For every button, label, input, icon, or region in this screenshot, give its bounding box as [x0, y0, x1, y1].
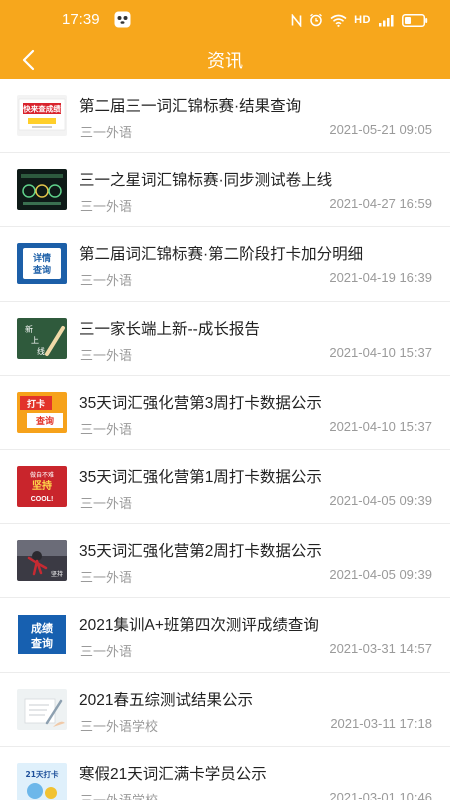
svg-text:快来查成绩: 快来查成绩 — [23, 104, 61, 114]
news-title: 35天词汇强化营第1周打卡数据公示 — [79, 468, 322, 486]
news-source: 三一外语 — [80, 273, 133, 289]
news-date: 2021-04-10 15:37 — [329, 344, 432, 360]
news-date: 2021-04-19 16:39 — [329, 270, 432, 286]
news-title: 三一家长端上新--成长报告 — [79, 320, 260, 338]
svg-text:查询: 查询 — [31, 636, 53, 650]
news-date: 2021-05-21 09:05 — [329, 122, 432, 137]
network-type-label: HD — [354, 14, 371, 26]
news-thumbnail — [17, 169, 67, 211]
news-source: 三一外语 — [80, 644, 133, 660]
news-source: 三一外语学校 — [80, 790, 158, 800]
svg-text:做自不难: 做自不难 — [30, 471, 54, 479]
svg-text:查询: 查询 — [32, 264, 51, 276]
news-date: 2021-03-01 10:46 — [329, 789, 432, 800]
svg-text:打卡: 打卡 — [27, 398, 45, 410]
news-source: 三一外语 — [80, 199, 133, 215]
alarm-icon — [310, 13, 323, 27]
news-list-item[interactable]: 成绩 查询 2021集训A+班第四次测评成绩查询 三一外语 2021-03-31… — [0, 598, 450, 673]
news-title: 35天词汇强化营第2周打卡数据公示 — [79, 543, 322, 561]
news-thumbnail: 快来查成绩 — [17, 95, 67, 136]
news-date: 2021-03-31 14:57 — [329, 641, 432, 657]
news-list-item[interactable]: 打卡 查询 35天词汇强化营第3周打卡数据公示 三一外语 2021-04-10 … — [0, 375, 450, 450]
page-title: 资讯 — [207, 51, 243, 71]
svg-text:COOL!: COOL! — [31, 496, 54, 503]
status-bar: 17:39 HD — [0, 0, 450, 40]
svg-text:线: 线 — [37, 346, 45, 356]
status-time: 17:39 — [62, 11, 100, 28]
news-thumbnail: 21天打卡 — [17, 762, 67, 800]
news-list-item[interactable]: 新 上 线 三一家长端上新--成长报告 三一外语 2021-04-10 15:3… — [0, 301, 450, 376]
status-icons: HD — [291, 11, 428, 29]
news-thumbnail: 详情 查询 — [17, 243, 67, 285]
news-list: 快来查成绩 第二届三一词汇锦标赛·结果查询 三一外语 2021-05-21 09… — [0, 79, 450, 800]
svg-text:详情: 详情 — [33, 252, 51, 264]
news-list-item[interactable]: 21天打卡 寒假21天词汇满卡学员公示 三一外语学校 2021-03-01 10… — [0, 746, 450, 800]
svg-text:查询: 查询 — [35, 415, 54, 427]
news-date: 2021-04-05 09:39 — [329, 567, 432, 583]
news-list-item[interactable]: 坚持 35天词汇强化营第2周打卡数据公示 三一外语 2021-04-05 09:… — [0, 524, 450, 599]
nfc-icon — [291, 13, 302, 27]
news-list-item[interactable]: 做自不难 坚持 COOL! 35天词汇强化营第1周打卡数据公示 三一外语 202… — [0, 449, 450, 525]
wifi-icon — [330, 14, 347, 27]
news-title: 第二届词汇锦标赛·第二阶段打卡加分明细 — [79, 246, 364, 264]
news-thumbnail — [17, 688, 67, 730]
news-thumbnail: 成绩 查询 — [17, 614, 67, 656]
battery-icon — [402, 13, 428, 27]
news-title: 第二届三一词汇锦标赛·结果查询 — [79, 98, 302, 115]
news-list-item[interactable]: 详情 查询 第二届词汇锦标赛·第二阶段打卡加分明细 三一外语 2021-04-1… — [0, 227, 450, 302]
news-title: 2021集训A+班第四次测评成绩查询 — [79, 617, 319, 635]
news-title: 三一之星词汇锦标赛·同步测试卷上线 — [79, 172, 333, 190]
svg-text:成绩: 成绩 — [31, 621, 53, 635]
signal-icon — [379, 14, 394, 26]
news-list-item[interactable]: 2021春五综测试结果公示 三一外语学校 2021-03-11 17:18 — [0, 672, 450, 747]
news-source: 三一外语 — [80, 347, 133, 363]
news-source: 三一外语 — [80, 570, 133, 586]
news-thumbnail: 打卡 查询 — [17, 391, 67, 433]
news-thumbnail: 坚持 — [17, 540, 67, 582]
svg-text:上: 上 — [31, 336, 39, 345]
navigation-bar: 资讯 — [0, 40, 450, 79]
svg-text:坚持: 坚持 — [32, 479, 52, 492]
news-source: 三一外语 — [80, 495, 133, 511]
news-source: 三一外语 — [80, 125, 133, 140]
panda-app-icon — [114, 11, 131, 28]
svg-text:21天打卡: 21天打卡 — [26, 769, 59, 779]
news-source: 三一外语 — [80, 421, 133, 437]
news-thumbnail: 做自不难 坚持 COOL! — [17, 465, 67, 507]
news-list-item[interactable]: 快来查成绩 第二届三一词汇锦标赛·结果查询 三一外语 2021-05-21 09… — [0, 79, 450, 154]
svg-text:新: 新 — [25, 324, 33, 334]
news-title: 2021春五综测试结果公示 — [79, 691, 253, 709]
news-date: 2021-04-05 09:39 — [329, 492, 432, 508]
news-title: 寒假21天词汇满卡学员公示 — [79, 765, 267, 783]
news-list-item[interactable]: 三一之星词汇锦标赛·同步测试卷上线 三一外语 2021-04-27 16:59 — [0, 153, 450, 228]
news-thumbnail: 新 上 线 — [17, 317, 67, 359]
news-title: 35天词汇强化营第3周打卡数据公示 — [79, 394, 322, 412]
app-header: 17:39 HD 资讯 — [0, 0, 450, 79]
news-date: 2021-04-10 15:37 — [329, 418, 432, 434]
svg-text:坚持: 坚持 — [51, 570, 63, 578]
news-source: 三一外语学校 — [80, 718, 159, 734]
news-date: 2021-03-11 17:18 — [330, 715, 432, 731]
news-date: 2021-04-27 16:59 — [329, 196, 432, 212]
